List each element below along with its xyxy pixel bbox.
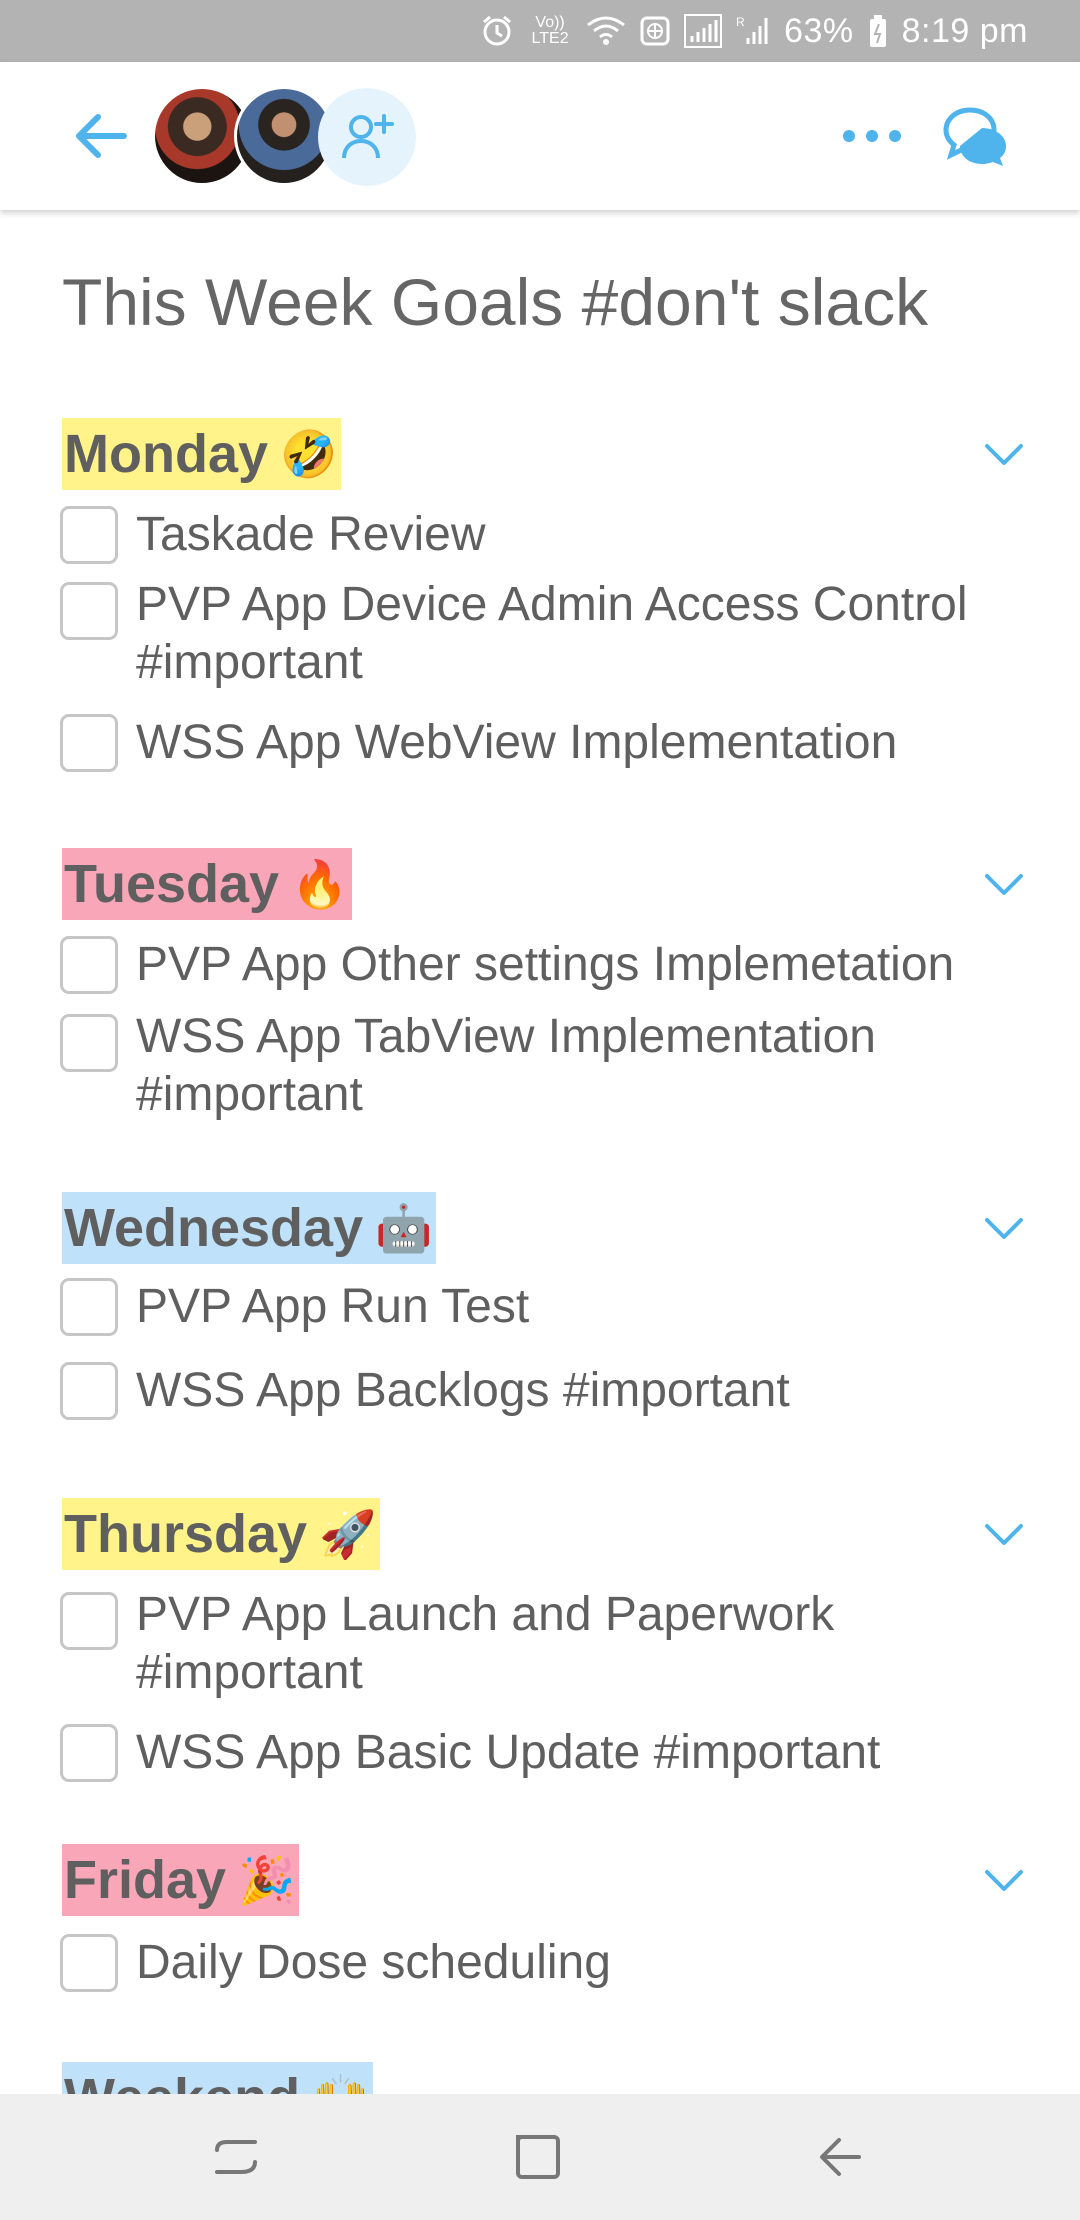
day-label[interactable]: Thursday 🚀	[62, 1498, 381, 1570]
svg-text:R: R	[736, 15, 745, 29]
screen: Vo)) LTE2 R 63% 8:19 pm This Week Goals …	[0, 0, 1080, 2220]
task-text[interactable]: WSS App WebView Implementation	[136, 714, 1036, 772]
more-dots-icon	[843, 130, 901, 142]
day-name: Wednesday	[64, 1198, 364, 1258]
nav-back-button[interactable]	[808, 2128, 872, 2186]
collapse-button[interactable]	[982, 1214, 1026, 1244]
chat-icon	[943, 107, 1006, 166]
battery-icon	[868, 11, 888, 51]
task-checkbox[interactable]	[60, 1362, 118, 1420]
app-bar	[0, 62, 1080, 210]
clock: 8:19 pm	[901, 11, 1028, 50]
task-checkbox[interactable]	[60, 714, 118, 772]
day-name: Monday	[64, 424, 269, 484]
day-header[interactable]: Tuesday 🔥	[0, 848, 1080, 922]
page-title[interactable]: This Week Goals #don't slack	[62, 264, 928, 340]
chevron-down-icon	[985, 1870, 1023, 1891]
day-emoji: 🙌	[312, 2062, 369, 2094]
globe-icon	[640, 11, 670, 51]
day-label[interactable]: Weekend 🙌	[62, 2062, 374, 2094]
task-checkbox[interactable]	[60, 1278, 118, 1336]
task-text[interactable]: WSS App Backlogs #important	[136, 1362, 1036, 1420]
more-options-button[interactable]	[834, 106, 910, 166]
chat-button[interactable]	[940, 100, 1012, 172]
day-emoji: 🔥	[291, 858, 349, 910]
battery-percent: 63%	[784, 11, 854, 50]
signal-icon-sim1	[684, 11, 723, 51]
task-text[interactable]: PVP App Device Admin Access Control #imp…	[136, 576, 1036, 692]
section-wednesday: Wednesday 🤖 PVP App Run Test WSS App Back…	[0, 1192, 1080, 1420]
task-checkbox[interactable]	[60, 1934, 118, 1992]
section-friday: Friday 🎉 Daily Dose scheduling	[0, 1844, 1080, 1992]
collapse-button[interactable]	[982, 1866, 1026, 1896]
home-icon	[516, 2135, 560, 2179]
day-emoji: 🚀	[319, 1508, 377, 1560]
wifi-icon	[586, 11, 626, 51]
section-monday: Monday 🤣 Taskade Review PVP App Device Ad…	[0, 418, 1080, 772]
home-button[interactable]	[506, 2128, 570, 2186]
day-name: Friday	[64, 1850, 227, 1910]
task-checkbox[interactable]	[60, 506, 118, 564]
task-checkbox[interactable]	[60, 1724, 118, 1782]
add-member-button[interactable]	[318, 88, 416, 186]
day-label[interactable]: Tuesday 🔥	[62, 848, 353, 920]
task-text[interactable]: WSS App Basic Update #important	[136, 1724, 1036, 1782]
task-checkbox[interactable]	[60, 1014, 118, 1072]
day-label[interactable]: Monday 🤣	[62, 418, 342, 490]
chevron-down-icon	[985, 874, 1023, 895]
day-name: Weekend	[64, 2068, 300, 2094]
day-header[interactable]: Weekend 🙌	[0, 2062, 1080, 2094]
chevron-down-icon	[985, 1524, 1023, 1545]
day-name: Tuesday	[64, 854, 280, 914]
task-checkbox[interactable]	[60, 582, 118, 640]
collapse-button[interactable]	[982, 440, 1026, 470]
day-label[interactable]: Wednesday 🤖	[62, 1192, 437, 1264]
day-header[interactable]: Thursday 🚀	[0, 1498, 1080, 1572]
task-text[interactable]: PVP App Run Test	[136, 1278, 1036, 1336]
task-checkbox[interactable]	[60, 1592, 118, 1650]
collapse-button[interactable]	[982, 1520, 1026, 1550]
day-label[interactable]: Friday 🎉	[62, 1844, 300, 1916]
chevron-down-icon	[985, 1218, 1023, 1239]
back-button[interactable]	[62, 106, 138, 166]
chevron-down-icon	[985, 444, 1023, 465]
day-header[interactable]: Monday 🤣	[0, 418, 1080, 492]
day-emoji: 🤣	[280, 428, 338, 480]
project-content: This Week Goals #don't slack Monday 🤣 Tas…	[0, 210, 1080, 2094]
day-emoji: 🎉	[238, 1854, 296, 1906]
recents-icon	[215, 2140, 257, 2174]
task-text[interactable]: WSS App TabView Implementation #importan…	[136, 1008, 1036, 1124]
add-member-icon	[342, 114, 394, 159]
day-header[interactable]: Wednesday 🤖	[0, 1192, 1080, 1266]
volte-icon: Vo)) LTE2	[531, 14, 569, 47]
collapse-button[interactable]	[982, 870, 1026, 900]
task-text[interactable]: PVP App Other settings Implemetation	[136, 936, 1036, 994]
task-text[interactable]: Daily Dose scheduling	[136, 1934, 1036, 1992]
back-arrow-icon	[76, 114, 127, 158]
system-nav-bar	[0, 2094, 1080, 2220]
day-name: Thursday	[64, 1504, 308, 1564]
task-text[interactable]: PVP App Launch and Paperwork #important	[136, 1586, 1036, 1702]
back-icon	[820, 2138, 861, 2176]
status-bar: Vo)) LTE2 R 63% 8:19 pm	[0, 0, 1080, 62]
alarm-icon	[480, 11, 514, 51]
task-checkbox[interactable]	[60, 936, 118, 994]
recents-button[interactable]	[204, 2128, 268, 2186]
day-header[interactable]: Friday 🎉	[0, 1844, 1080, 1918]
section-weekend: Weekend 🙌	[0, 2062, 1080, 2094]
section-thursday: Thursday 🚀 PVP App Launch and Paperwork #…	[0, 1498, 1080, 1782]
day-emoji: 🤖	[375, 1202, 433, 1254]
signal-icon-sim2: R	[736, 11, 770, 51]
task-text[interactable]: Taskade Review	[136, 506, 1036, 564]
section-tuesday: Tuesday 🔥 PVP App Other settings Implemet…	[0, 848, 1080, 1121]
